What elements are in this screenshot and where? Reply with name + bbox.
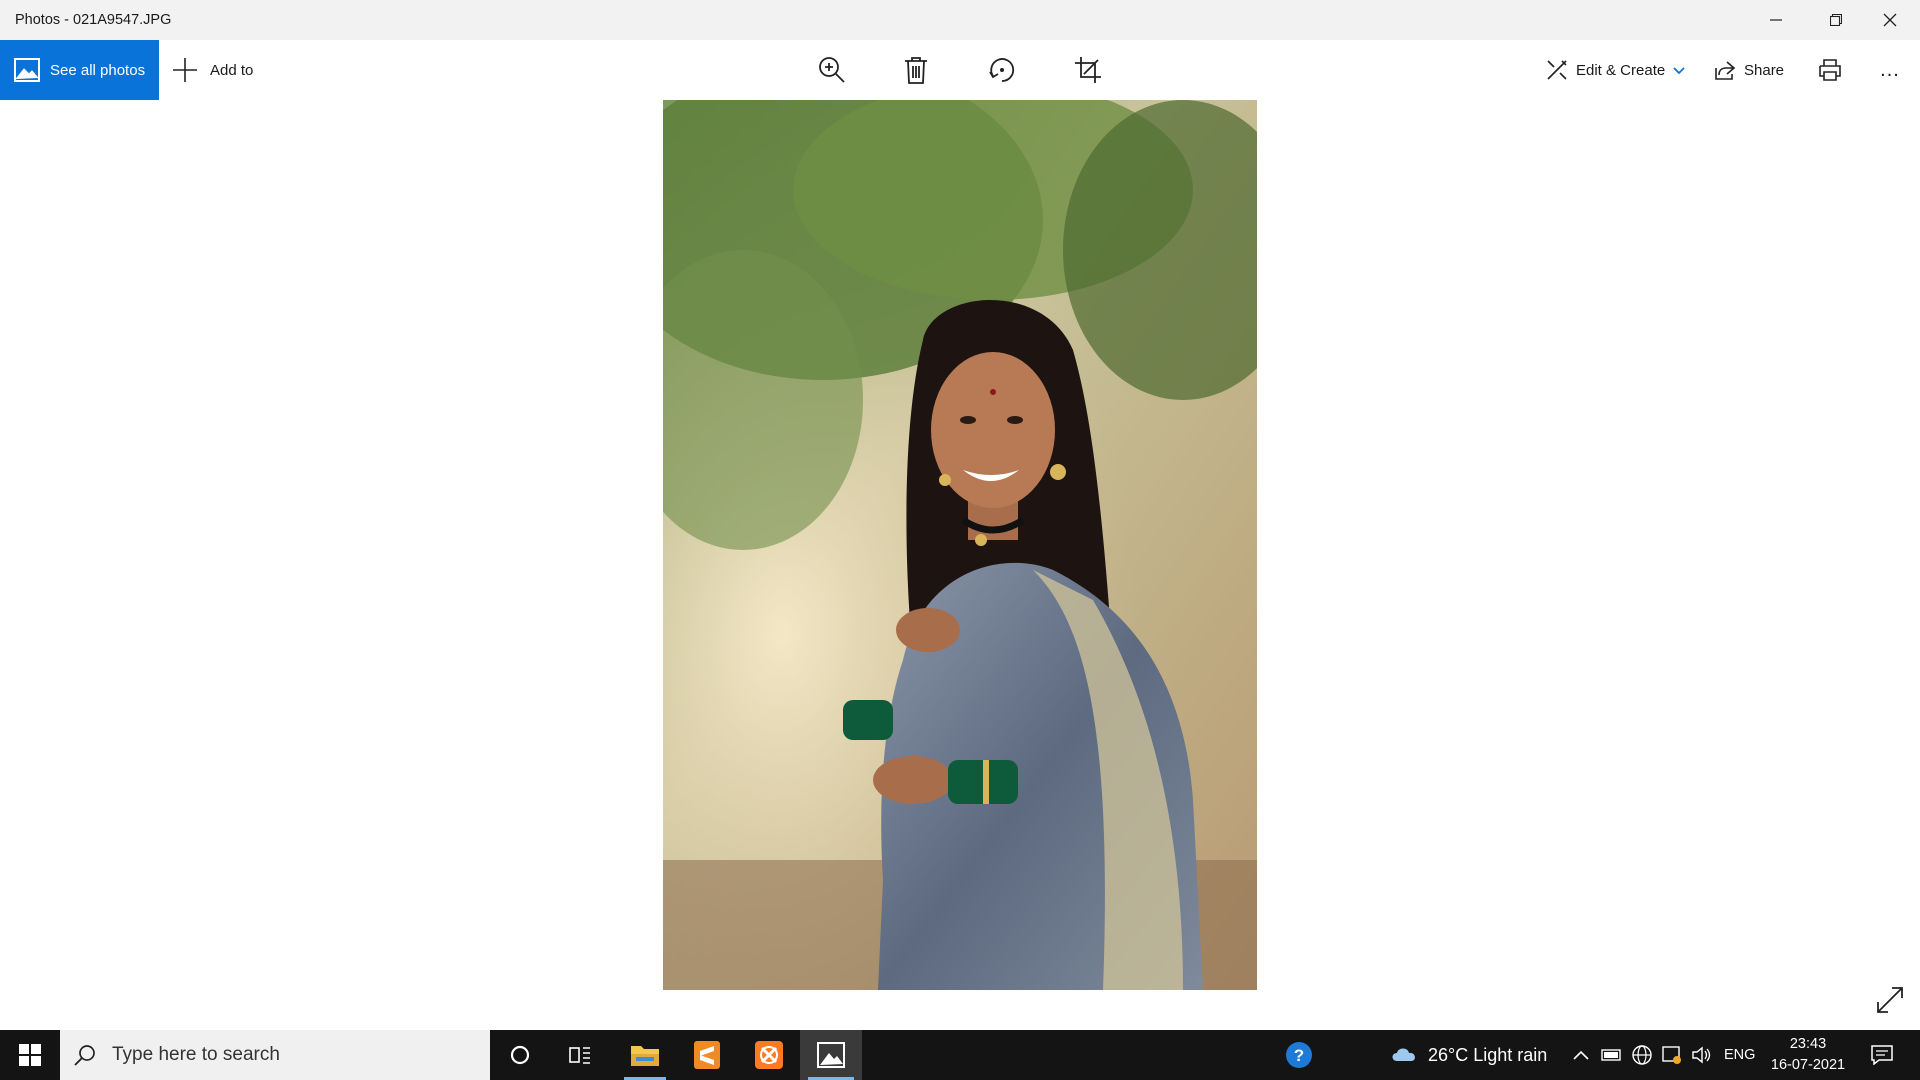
- file-explorer-button[interactable]: [616, 1030, 674, 1080]
- taskbar: Type here to search ? 26°C Light rain EN…: [0, 1030, 1920, 1080]
- cloud-rain-icon: [1392, 1048, 1415, 1061]
- zoom-in-icon: [819, 57, 845, 83]
- crop-icon: [1075, 57, 1101, 83]
- photos-app-icon: [817, 1042, 845, 1068]
- speaker-icon: [1692, 1046, 1711, 1064]
- weather-widget[interactable]: 26°C Light rain: [1390, 1030, 1547, 1080]
- battery-button[interactable]: [1598, 1030, 1626, 1080]
- clock-time: 23:43: [1789, 1036, 1827, 1052]
- security-button[interactable]: [1658, 1030, 1686, 1080]
- share-label: Share: [1744, 61, 1785, 79]
- see-all-photos-label: See all photos: [50, 61, 146, 79]
- shield-alert-icon: [1662, 1046, 1681, 1064]
- edit-create-label: Edit & Create: [1576, 61, 1666, 79]
- window-title: Photos - 021A9547.JPG: [15, 12, 172, 28]
- folder-icon: [631, 1046, 659, 1066]
- share-icon: [1715, 61, 1736, 80]
- minimize-icon: [1770, 19, 1782, 21]
- notification-icon: [1871, 1045, 1893, 1065]
- windows-logo-icon: [19, 1044, 41, 1066]
- delete-button[interactable]: [896, 50, 936, 90]
- sublime-text-icon: [694, 1041, 720, 1069]
- weather-text: 26°C Light rain: [1428, 1044, 1548, 1065]
- print-button[interactable]: [1810, 50, 1850, 90]
- xampp-icon: [755, 1041, 783, 1069]
- volume-button[interactable]: [1688, 1030, 1716, 1080]
- svg-text:?: ?: [1294, 1046, 1304, 1065]
- close-icon: [1883, 13, 1897, 27]
- portrait-photo: [663, 100, 1257, 990]
- title-bar: Photos - 021A9547.JPG: [0, 0, 1920, 40]
- chevron-down-icon: [1673, 67, 1685, 75]
- plus-icon: [173, 58, 197, 82]
- share-button[interactable]: Share: [1714, 40, 1784, 100]
- clock-date: 16-07-2021: [1770, 1057, 1846, 1073]
- task-view-button[interactable]: [556, 1030, 604, 1080]
- photos-taskbar-button[interactable]: [800, 1030, 862, 1080]
- edit-create-icon: [1547, 60, 1567, 80]
- start-button[interactable]: [0, 1030, 60, 1080]
- input-language[interactable]: ENG: [1724, 1030, 1755, 1080]
- restore-icon: [1830, 14, 1842, 26]
- search-placeholder: Type here to search: [112, 1044, 280, 1065]
- rotate-button[interactable]: [982, 50, 1022, 90]
- chevron-up-icon: [1573, 1050, 1589, 1060]
- expand-icon: [1877, 987, 1903, 1013]
- restore-button[interactable]: [1806, 0, 1866, 40]
- close-button[interactable]: [1860, 0, 1920, 40]
- print-icon: [1819, 59, 1841, 81]
- show-hidden-icons-button[interactable]: [1568, 1030, 1594, 1080]
- action-center-button[interactable]: [1862, 1030, 1902, 1080]
- help-icon: ?: [1286, 1042, 1312, 1068]
- see-all-photos-button[interactable]: See all photos: [0, 40, 159, 100]
- photos-app-window: Photos - 021A9547.JPG See all photos Add…: [0, 0, 1920, 1080]
- system-clock[interactable]: 23:43 16-07-2021: [1765, 1034, 1851, 1076]
- task-view-icon: [569, 1047, 590, 1064]
- minimize-button[interactable]: [1746, 0, 1806, 40]
- rotate-icon: [989, 58, 1015, 82]
- globe-icon: [1632, 1045, 1652, 1065]
- edit-create-button[interactable]: Edit & Create: [1546, 40, 1685, 100]
- fullscreen-button[interactable]: [1874, 984, 1906, 1016]
- taskbar-search-box[interactable]: Type here to search: [60, 1030, 490, 1080]
- photo-viewer-image[interactable]: [663, 100, 1257, 990]
- trash-icon: [905, 57, 927, 84]
- xampp-button[interactable]: [740, 1030, 798, 1080]
- toolbar: See all photos Add to Edit & Create Shar…: [0, 40, 1920, 100]
- zoom-button[interactable]: [812, 50, 852, 90]
- help-button[interactable]: ?: [1274, 1030, 1324, 1080]
- search-icon: [74, 1045, 95, 1066]
- network-button[interactable]: [1628, 1030, 1656, 1080]
- add-to-label: Add to: [210, 61, 254, 79]
- sublime-text-button[interactable]: [678, 1030, 736, 1080]
- add-to-button[interactable]: Add to: [172, 40, 253, 100]
- cortana-button[interactable]: [496, 1030, 544, 1080]
- photo-gallery-icon: [14, 58, 40, 82]
- crop-button[interactable]: [1068, 50, 1108, 90]
- battery-icon: [1601, 1049, 1621, 1061]
- cortana-icon: [510, 1045, 530, 1065]
- more-options-button[interactable]: ...: [1870, 50, 1910, 90]
